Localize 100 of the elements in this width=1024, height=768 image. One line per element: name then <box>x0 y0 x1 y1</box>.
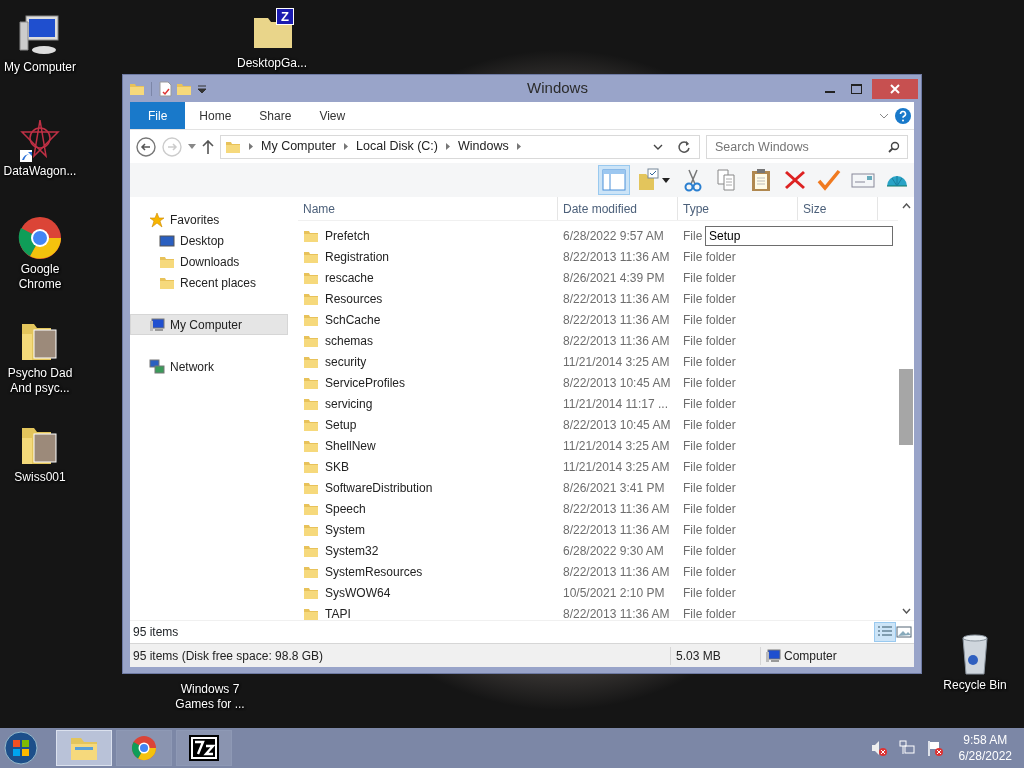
icon-label: Windows 7 Games for ... <box>174 682 246 712</box>
muted-speaker-icon[interactable] <box>870 740 887 756</box>
column-header[interactable]: Name <box>298 197 558 220</box>
large-icons-view-icon[interactable] <box>896 625 912 639</box>
breadcrumb-item[interactable]: Local Disk (C:) <box>356 137 438 156</box>
date-modified-cell-text: 11/21/2014 3:25 AM <box>562 458 671 476</box>
icon-label: DesktopGa... <box>237 56 307 71</box>
file-name[interactable]: Resources <box>325 289 383 308</box>
dropdown-icon[interactable] <box>196 82 208 95</box>
file-name[interactable]: SchCache <box>325 310 381 329</box>
file-name[interactable]: Setup <box>325 415 357 434</box>
status-text: Computer <box>784 647 837 665</box>
file-name[interactable]: Registration <box>325 247 390 266</box>
file-name[interactable]: security <box>325 352 367 371</box>
network-icon[interactable] <box>898 740 915 756</box>
file-type-cell: File folder <box>683 270 736 285</box>
file-name[interactable]: SoftwareDistribution <box>325 478 433 497</box>
breadcrumb-item[interactable]: Windows <box>458 137 509 156</box>
help-icon[interactable] <box>895 107 911 124</box>
item-count: 95 items <box>133 624 179 641</box>
chevron-down-icon[interactable] <box>653 143 663 150</box>
flag-icon[interactable] <box>926 740 943 756</box>
navigation-item[interactable]: Downloads <box>130 251 288 272</box>
scroll-up-icon[interactable] <box>901 203 911 209</box>
date-modified-cell-text: 11/21/2014 3:25 AM <box>562 437 671 455</box>
computer-icon <box>149 316 165 333</box>
file-name[interactable]: ShellNew <box>325 436 376 455</box>
rename-field[interactable]: Setup <box>705 226 893 246</box>
file-type-cell: File folder <box>683 312 736 327</box>
column-header[interactable]: Date modified <box>558 197 678 220</box>
file-name[interactable]: SKB <box>325 457 349 476</box>
file-name[interactable]: ServiceProfiles <box>325 373 406 392</box>
date-modified-cell-text: 8/22/2013 10:45 AM <box>562 374 672 392</box>
file-type-cell: File folder <box>683 564 736 579</box>
folder-check-icon[interactable] <box>636 168 672 192</box>
navigation-item[interactable]: Recent places <box>130 272 288 293</box>
file-name[interactable]: rescache <box>325 268 374 287</box>
icon-label: DataWagon... <box>3 164 77 179</box>
delete-icon[interactable] <box>782 168 808 192</box>
file-type-cell: File folder <box>683 396 736 411</box>
file-name[interactable]: SystemResources <box>325 562 423 581</box>
window-title: Windows <box>527 78 588 99</box>
icon-label: Psycho Dad And psyc... <box>6 366 74 396</box>
date-modified-cell-text: 8/22/2013 11:36 AM <box>562 563 671 581</box>
file-type-cell: File folder <box>683 522 736 537</box>
date-modified-cell-text: 11/21/2014 11:17 ... <box>562 395 669 413</box>
maximize-icon[interactable] <box>850 83 862 94</box>
ribbon-tab[interactable]: Home <box>185 102 246 129</box>
back-icon[interactable] <box>136 136 156 157</box>
browser-icon <box>16 214 64 262</box>
taskbar-button[interactable] <box>176 730 232 766</box>
scrollbar-thumb[interactable] <box>899 369 913 445</box>
file-name[interactable]: schemas <box>325 331 374 350</box>
navigation-item[interactable]: Favorites <box>130 209 288 230</box>
date-modified-cell-text: 8/22/2013 11:36 AM <box>562 290 671 308</box>
column-header[interactable]: Type <box>678 197 798 220</box>
start-orb-icon[interactable] <box>4 731 38 765</box>
file-name[interactable]: System <box>325 520 365 539</box>
column-header[interactable]: Size <box>798 197 878 220</box>
file-name[interactable]: servicing <box>325 394 373 413</box>
file-type-cell: File <box>683 228 703 243</box>
file-type-cell: File folder <box>683 585 736 600</box>
desktop-icon <box>159 232 175 249</box>
file-name[interactable]: System32 <box>325 541 379 560</box>
address-bar[interactable]: My Computer Local Disk (C:) Windows <box>220 134 700 159</box>
file-type-cell: File folder <box>683 438 736 453</box>
status-text: 95 items (Disk free space: 98.8 GB) <box>132 647 325 665</box>
file-name[interactable]: TAPI <box>325 604 351 620</box>
up-arrow-icon[interactable] <box>202 139 214 154</box>
file-type-cell: File folder <box>683 375 736 390</box>
properties-icon[interactable] <box>158 80 172 97</box>
file-type-cell: File folder <box>683 291 736 306</box>
icon-label: Google Chrome <box>17 262 63 292</box>
file-type-cell: File folder <box>683 501 736 516</box>
file-type-cell: File folder <box>683 480 736 495</box>
browser-icon <box>130 734 158 762</box>
file-name[interactable]: Prefetch <box>325 226 370 245</box>
breadcrumb-item[interactable]: My Computer <box>261 137 337 156</box>
checkmark-icon[interactable] <box>816 168 842 192</box>
ribbon-tab[interactable]: Share <box>245 102 306 129</box>
status-text: 5.03 MB <box>670 646 760 665</box>
file-name[interactable]: Speech <box>325 499 366 518</box>
recent-locations-icon[interactable] <box>188 144 196 149</box>
scroll-down-icon[interactable] <box>901 608 911 614</box>
star-icon <box>149 211 165 228</box>
navigation-item[interactable]: Desktop <box>130 230 288 251</box>
search-field[interactable]: Search Windows <box>706 134 908 159</box>
ribbon-tab[interactable]: File <box>130 102 186 129</box>
date-modified-cell-text: 8/22/2013 11:36 AM <box>562 248 671 266</box>
refresh-icon[interactable] <box>677 139 691 154</box>
close-button[interactable] <box>872 78 918 99</box>
navigation-item[interactable]: Network <box>130 356 288 377</box>
close-icon[interactable] <box>890 83 900 94</box>
date-modified-cell-text: 8/22/2013 11:36 AM <box>562 605 671 620</box>
ribbon-tab[interactable]: View <box>305 102 360 129</box>
file-type-cell: File folder <box>683 249 736 264</box>
navigation-item[interactable]: My Computer <box>130 314 288 335</box>
search-icon <box>888 140 900 153</box>
date-modified-cell-text: 6/28/2022 9:57 AM <box>562 227 665 245</box>
file-name[interactable]: SysWOW64 <box>325 583 391 602</box>
